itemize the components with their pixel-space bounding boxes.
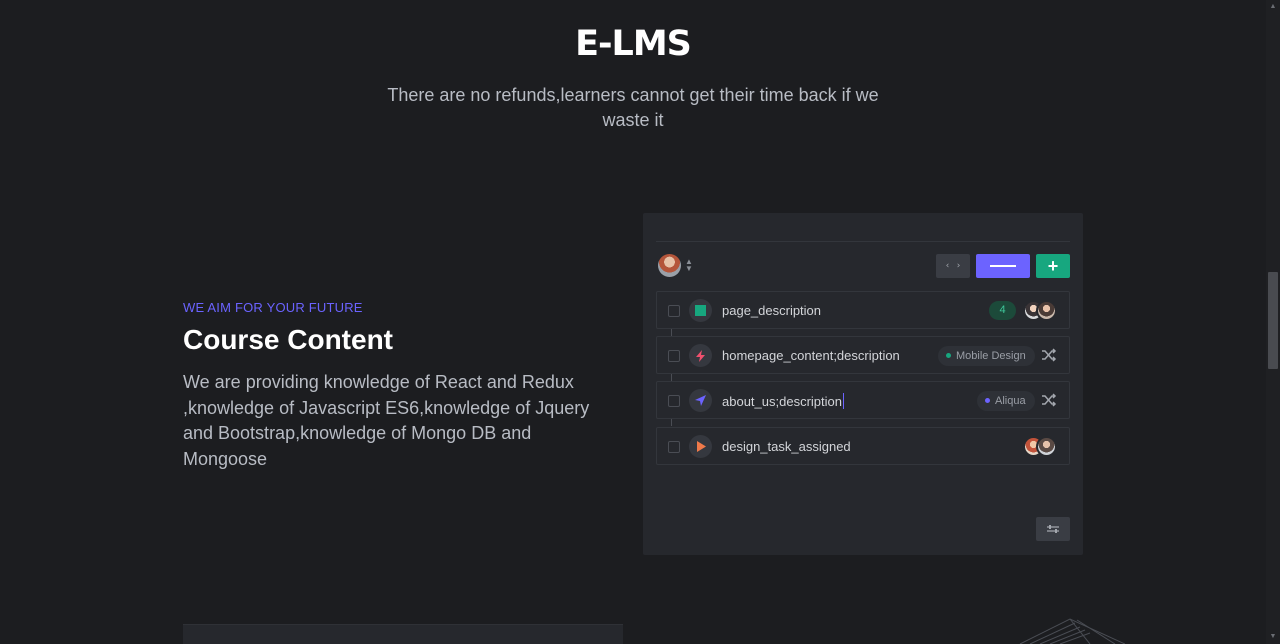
avatar (1036, 300, 1057, 321)
user-avatar[interactable] (658, 254, 681, 277)
sort-icon[interactable]: ▲ ▼ (685, 258, 693, 273)
row-connector (671, 374, 672, 381)
category-tag[interactable]: Aliqua (977, 391, 1035, 411)
page-subtitle: There are no refunds,learners cannot get… (387, 85, 879, 130)
section-title: Course Content (183, 324, 393, 355)
assignee-avatars[interactable] (1023, 436, 1059, 458)
scroll-down-arrow[interactable]: ▼ (1268, 632, 1278, 642)
task-label: homepage_content;description (722, 348, 900, 363)
minus-icon (990, 265, 1016, 267)
play-icon (689, 435, 712, 458)
settings-button[interactable] (1036, 517, 1070, 541)
task-panel-preview: ▲ ▼ ‹ › + page_description 4 homepage_con… (643, 213, 1083, 555)
plus-icon: + (1047, 255, 1059, 276)
row-connector (671, 419, 672, 426)
task-row[interactable]: design_task_assigned (656, 427, 1070, 465)
section-description: We are providing knowledge of React and … (183, 372, 590, 469)
shuffle-icon[interactable] (1041, 393, 1057, 407)
next-section-card (183, 624, 623, 644)
task-checkbox[interactable] (668, 441, 680, 453)
tag-dot (946, 353, 951, 358)
scroll-up-arrow[interactable]: ▲ (1268, 2, 1278, 12)
section-kicker: WE AIM FOR YOUR FUTURE (183, 300, 363, 315)
send-icon (689, 389, 712, 412)
decorative-lines (1019, 618, 1125, 644)
add-button[interactable]: + (1036, 254, 1070, 278)
sliders-icon (1047, 525, 1059, 533)
task-checkbox[interactable] (668, 395, 680, 407)
task-row[interactable]: homepage_content;description Mobile Desi… (656, 336, 1070, 374)
task-checkbox[interactable] (668, 305, 680, 317)
category-tag[interactable]: Mobile Design (938, 346, 1035, 366)
count-badge: 4 (989, 301, 1016, 320)
tag-label: Aliqua (995, 395, 1026, 407)
task-checkbox[interactable] (668, 350, 680, 362)
code-icon: ‹ › (944, 261, 962, 271)
task-label: page_description (722, 303, 822, 318)
panel-divider (656, 241, 1070, 242)
avatar (1036, 436, 1057, 457)
tag-label: Mobile Design (956, 350, 1026, 362)
task-row[interactable]: about_us;description Aliqua (656, 381, 1070, 419)
zendesk-icon (689, 299, 712, 322)
primary-action-button[interactable] (976, 254, 1030, 278)
tag-dot (985, 398, 990, 403)
task-label: design_task_assigned (722, 439, 851, 454)
shuffle-icon[interactable] (1041, 348, 1057, 362)
task-row[interactable]: page_description 4 (656, 291, 1070, 329)
code-view-button[interactable]: ‹ › (936, 254, 970, 278)
bolt-icon (689, 344, 712, 367)
assignee-avatars[interactable] (1023, 300, 1059, 322)
task-label: about_us;description (722, 394, 842, 409)
text-caret (842, 393, 844, 409)
page-title: E-LMS (575, 24, 692, 64)
row-connector (671, 329, 672, 336)
task-label-editing[interactable]: about_us;description (722, 393, 844, 409)
scrollbar-thumb[interactable] (1268, 272, 1278, 369)
